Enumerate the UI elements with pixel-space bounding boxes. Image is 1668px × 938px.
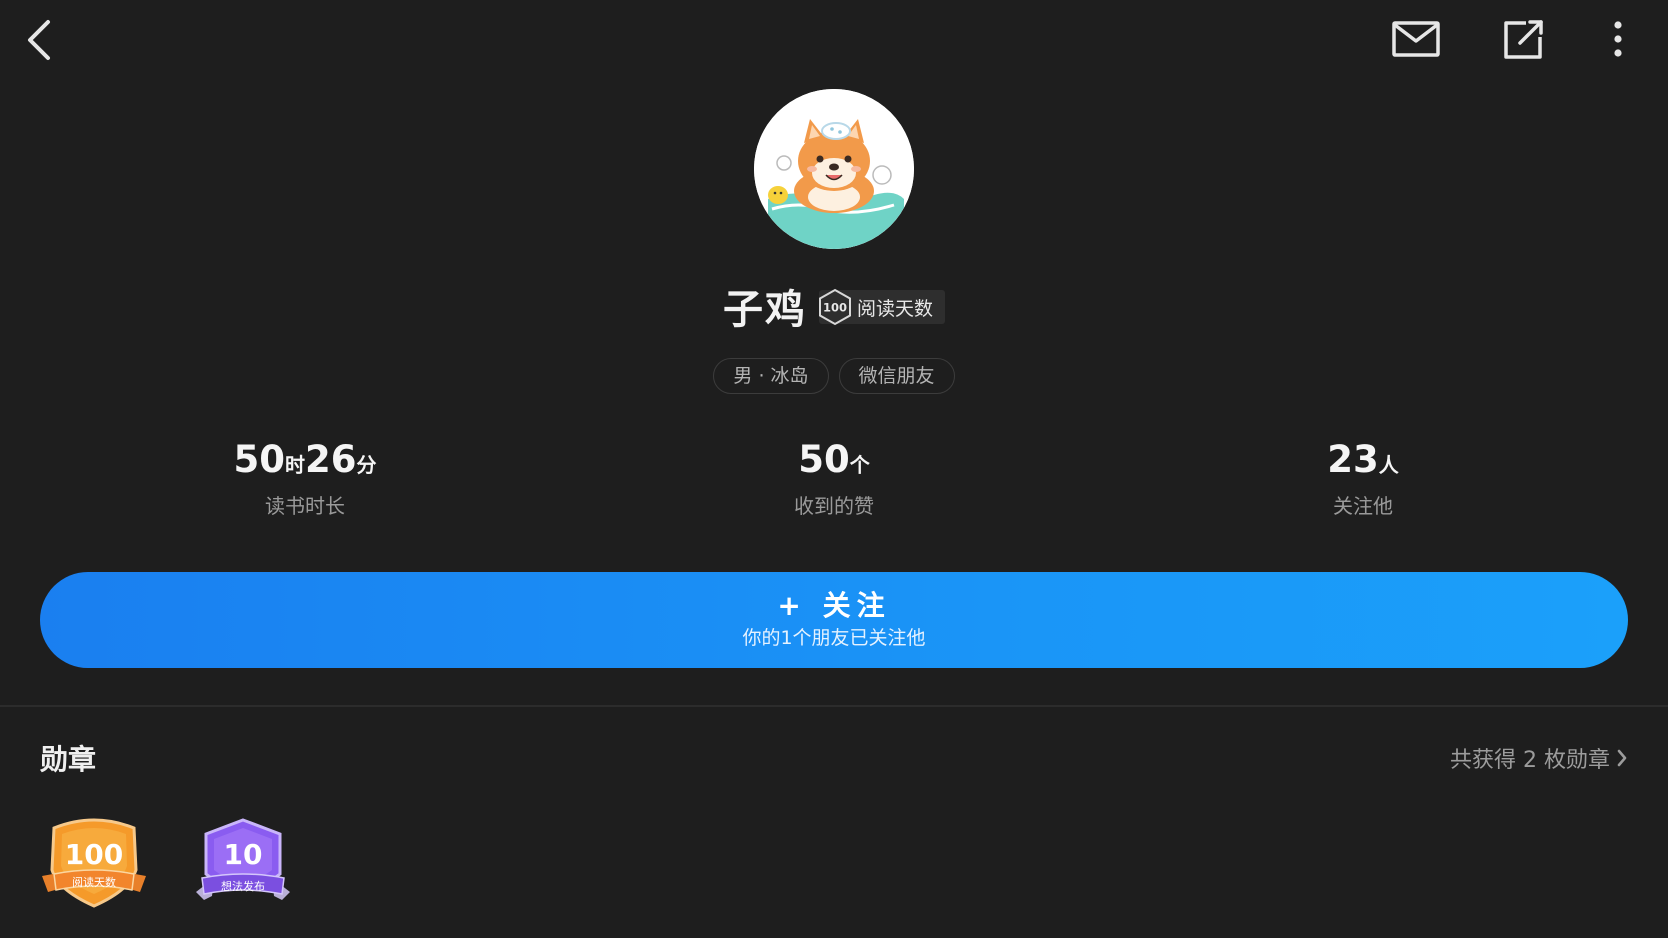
mail-icon xyxy=(1392,21,1440,57)
back-button[interactable] xyxy=(14,10,64,70)
medals-summary-link[interactable]: 共获得 2 枚勋章 xyxy=(1450,742,1628,774)
stat-value: 23人 xyxy=(1213,436,1513,484)
stat-label: 关注他 xyxy=(1333,494,1393,518)
reading-days-badge[interactable]: 100 阅读天数 xyxy=(818,288,945,326)
medals-section-title: 勋章 xyxy=(40,743,97,776)
stat-followers-unit: 人 xyxy=(1378,453,1399,477)
stats-row: 50时26分 读书时长 50个 收到的赞 23人 关注他 xyxy=(0,436,1668,526)
avatar[interactable] xyxy=(754,89,914,249)
stat-hours-unit: 时 xyxy=(285,453,305,477)
stat-reading-time[interactable]: 50时26分 读书时长 xyxy=(155,436,455,519)
follow-button-label: + 关注 xyxy=(777,589,891,622)
share-external-icon xyxy=(1504,20,1543,59)
more-options-button[interactable] xyxy=(1598,12,1638,66)
stat-likes[interactable]: 50个 收到的赞 xyxy=(684,436,984,519)
profile-name-row: 子鸡 100 阅读天数 xyxy=(0,284,1668,336)
stat-label: 读书时长 xyxy=(265,494,345,518)
medal-label: 阅读天数 xyxy=(72,875,116,889)
follow-button[interactable]: + 关注 你的1个朋友已关注他 xyxy=(40,572,1628,668)
section-divider xyxy=(0,705,1668,707)
more-vertical-icon xyxy=(1614,21,1622,57)
mail-button[interactable] xyxy=(1388,12,1444,66)
chevron-left-icon xyxy=(28,20,50,60)
user-name: 子鸡 xyxy=(722,286,807,333)
relation-tag: 微信朋友 xyxy=(838,358,955,394)
stat-likes-unit: 个 xyxy=(849,453,870,477)
stat-followers[interactable]: 23人 关注他 xyxy=(1213,436,1513,519)
stat-minutes-unit: 分 xyxy=(356,453,377,477)
stat-value: 50时26分 xyxy=(155,436,455,484)
badge-label: 阅读天数 xyxy=(856,297,933,320)
medal-label: 想法发布 xyxy=(221,879,265,893)
chevron-right-icon xyxy=(1617,749,1627,767)
hexagon-badge-icon: 100 xyxy=(818,288,851,326)
medals-summary-text: 共获得 2 枚勋章 xyxy=(1450,748,1610,773)
stat-value: 50个 xyxy=(684,436,984,484)
thoughts-medal-icon: 10 想法发布 xyxy=(196,818,290,900)
share-button[interactable] xyxy=(1498,12,1550,66)
medal-thoughts-published[interactable]: 10 想法发布 xyxy=(194,818,292,914)
top-bar xyxy=(0,0,1668,82)
medal-number: 100 xyxy=(65,838,123,871)
stat-likes-count: 50 xyxy=(798,438,850,481)
stat-hours: 50 xyxy=(233,438,286,481)
stat-label: 收到的赞 xyxy=(794,494,874,518)
stat-minutes: 26 xyxy=(305,438,357,481)
medal-reading-days[interactable]: 100 阅读天数 xyxy=(40,818,148,910)
medal-number: 10 xyxy=(224,838,263,871)
profile-tags: 男 · 冰岛 微信朋友 xyxy=(0,358,1668,394)
gender-location-tag: 男 · 冰岛 xyxy=(713,358,829,394)
reading-days-medal-icon: 100 阅读天数 xyxy=(42,818,146,908)
shiba-dog-avatar-image xyxy=(754,89,914,249)
follow-button-subtitle: 你的1个朋友已关注他 xyxy=(742,627,926,649)
badge-number: 100 xyxy=(823,301,847,315)
stat-followers-count: 23 xyxy=(1327,438,1379,481)
